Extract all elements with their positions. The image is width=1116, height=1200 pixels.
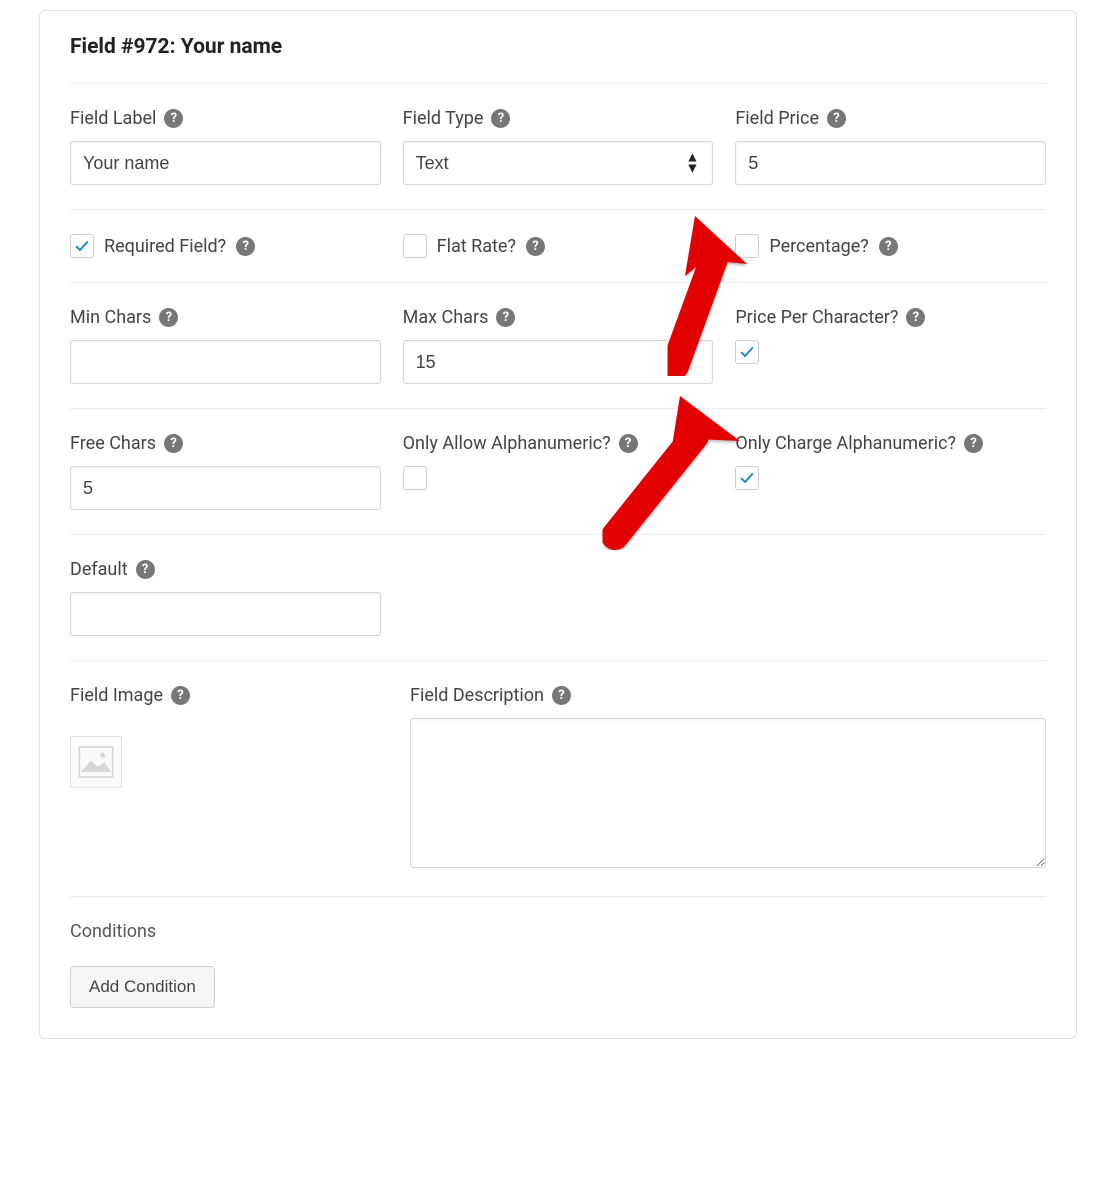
min-chars-input[interactable] (70, 340, 381, 384)
section-default: Default ? (70, 535, 1046, 661)
flat-rate-label: Flat Rate? (437, 236, 516, 257)
section-basic: Field Label ? Field Type ? Text ▲▼ (70, 84, 1046, 210)
help-icon[interactable]: ? (879, 237, 898, 256)
help-icon[interactable]: ? (496, 308, 515, 327)
percentage-checkbox[interactable] (735, 234, 759, 258)
field-type-label: Field Type (403, 108, 484, 129)
free-chars-label: Free Chars (70, 433, 156, 454)
help-icon[interactable]: ? (159, 308, 178, 327)
max-chars-input[interactable] (403, 340, 714, 384)
only-charge-alnum-label: Only Charge Alphanumeric? (735, 433, 956, 454)
price-per-char-checkbox[interactable] (735, 340, 759, 364)
section-chars: Min Chars ? Max Chars ? Price Per Charac… (70, 283, 1046, 409)
only-allow-alnum-label: Only Allow Alphanumeric? (403, 433, 611, 454)
flat-rate-checkbox[interactable] (403, 234, 427, 258)
field-image-label: Field Image (70, 685, 163, 706)
section-free-alnum: Free Chars ? Only Allow Alphanumeric? ? … (70, 409, 1046, 535)
help-icon[interactable]: ? (552, 686, 571, 705)
help-icon[interactable]: ? (526, 237, 545, 256)
min-chars-label: Min Chars (70, 307, 151, 328)
field-description-textarea[interactable] (410, 718, 1046, 868)
only-charge-alnum-checkbox[interactable] (735, 466, 759, 490)
free-chars-input[interactable] (70, 466, 381, 510)
help-icon[interactable]: ? (171, 686, 190, 705)
required-field-checkbox[interactable] (70, 234, 94, 258)
field-editor-panel: Field #972: Your name Field Label ? Fiel… (39, 10, 1077, 1039)
section-conditions: Conditions Add Condition (70, 897, 1046, 1008)
help-icon[interactable]: ? (236, 237, 255, 256)
image-placeholder-icon (76, 742, 116, 782)
help-icon[interactable]: ? (964, 434, 983, 453)
add-condition-button[interactable]: Add Condition (70, 966, 215, 1008)
only-allow-alnum-checkbox[interactable] (403, 466, 427, 490)
field-label-label: Field Label (70, 108, 156, 129)
percentage-label: Percentage? (769, 236, 868, 257)
help-icon[interactable]: ? (491, 109, 510, 128)
field-label-input[interactable] (70, 141, 381, 185)
field-description-label: Field Description (410, 685, 544, 706)
help-icon[interactable]: ? (136, 560, 155, 579)
conditions-heading: Conditions (70, 921, 1046, 942)
section-flags: Required Field? ? Flat Rate? ? Percentag… (70, 210, 1046, 283)
help-icon[interactable]: ? (619, 434, 638, 453)
field-price-input[interactable] (735, 141, 1046, 185)
help-icon[interactable]: ? (827, 109, 846, 128)
help-icon[interactable]: ? (164, 109, 183, 128)
required-field-label: Required Field? (104, 236, 226, 257)
section-image-description: Field Image ? Field Description ? (70, 661, 1046, 897)
price-per-char-label: Price Per Character? (735, 307, 898, 328)
default-input[interactable] (70, 592, 381, 636)
field-image-placeholder[interactable] (70, 736, 122, 788)
field-price-label: Field Price (735, 108, 819, 129)
panel-title: Field #972: Your name (70, 35, 1046, 84)
help-icon[interactable]: ? (164, 434, 183, 453)
default-label: Default (70, 559, 128, 580)
max-chars-label: Max Chars (403, 307, 489, 328)
help-icon[interactable]: ? (906, 308, 925, 327)
field-type-select[interactable]: Text (403, 141, 714, 185)
